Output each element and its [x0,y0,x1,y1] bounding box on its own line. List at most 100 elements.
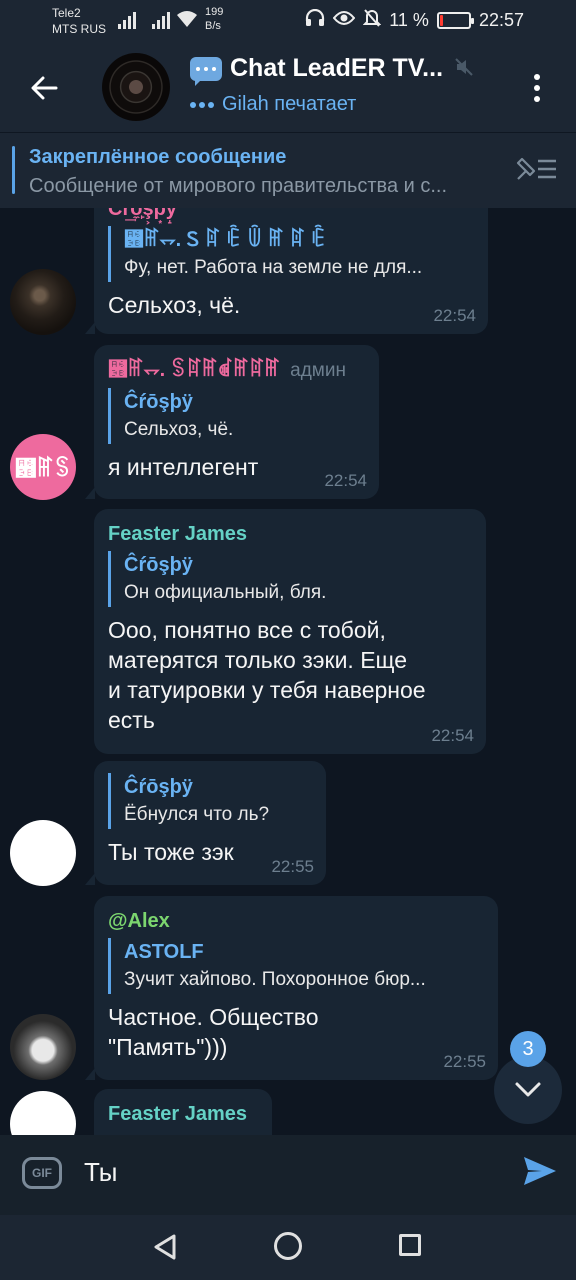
nav-back-button[interactable] [152,1233,178,1266]
message-text: Частное. Общество "Память"))) [108,1002,484,1062]
nav-recents-button[interactable] [399,1234,421,1256]
reply-quote[interactable]: Ĉŕōşþÿ Ёбнулся что ль? [108,773,312,829]
message-time: 22:54 [324,471,367,490]
avatar[interactable] [10,269,76,335]
reply-text: Зучит хайпово. Похоронное бюр... [124,969,426,990]
triangle-back-icon [154,1234,176,1260]
chat-avatar[interactable] [102,53,170,121]
avatar[interactable] [10,1014,76,1080]
message-time: 22:54 [433,306,476,325]
unread-count-badge: 3 [510,1031,546,1067]
reply-quote[interactable]: ꘻ꂵ⥐. Ꮪ ꍏ ꍟ ꅏ ꂵ ꍏ ꍟ Фу, нет. Работа на зе… [108,226,474,282]
battery-icon [436,12,474,29]
reply-author: Ĉŕōşþÿ [124,776,193,798]
reply-text: Ёбнулся что ль? [124,804,270,825]
avatar[interactable]: ꘻ꂵꌗ [10,434,76,500]
chevron-down-icon [515,1082,541,1097]
message-sender: Feaster James [108,1103,247,1125]
message-sender: Ĉŕ͢ō̼̙ş͕þ͙ÿ̝ [108,208,177,220]
avatar[interactable] [10,1091,76,1135]
more-vert-icon [534,74,540,80]
system-navigation-bar [0,1215,576,1280]
status-bar: Tele2 MTS RUS 199 B/s 11 % 22:57 [0,0,576,42]
message-time: 22:54 [431,726,474,745]
chat-header: Chat LeadER TV... Gilah печатает [0,42,576,132]
carrier-name-2: MTS RUS [52,22,106,36]
mute-icon [455,54,473,83]
avatar-initials: ꘻ꂵꌗ [14,455,72,481]
chat-title-text: Chat LeadER TV... [230,54,444,82]
text-line: матерятся только зэки. Еще [108,647,408,673]
speech-bubble-icon [190,56,222,86]
network-speed: 199 B/s [205,5,223,33]
reply-quote[interactable]: ASTOLF Зучит хайпово. Похоронное бюр... [108,938,484,994]
typing-dots-icon [190,101,214,108]
message-composer: GIF Ты [0,1135,576,1215]
more-button[interactable] [522,68,552,108]
status-right: 11 % 22:57 [305,8,524,33]
pinned-indicator [12,146,15,194]
message-list[interactable]: Ĉŕ͢ō̼̙ş͕þ͙ÿ̝ ꘻ꂵ⥐. Ꮪ ꍏ ꍟ ꅏ ꂵ ꍏ ꍟ Фу, нет.… [0,208,576,1135]
carrier-info: Tele2 MTS RUS [52,5,106,37]
reply-author: Ĉŕōşþÿ [124,554,193,576]
bubble-tail [85,322,95,334]
text-line: Частное. Общество [108,1004,319,1030]
reply-text: Сельхоз, чё. [124,419,234,440]
nav-home-button[interactable] [274,1232,302,1260]
send-button[interactable] [522,1155,558,1192]
reply-quote[interactable]: Ĉŕōşþÿ Он официальный, бля. [108,551,472,607]
reply-text: Он официальный, бля. [124,582,327,603]
eye-icon [332,10,356,31]
chat-title[interactable]: Chat LeadER TV... [190,54,473,86]
message-sender: @Alex [108,910,170,932]
message-bubble[interactable]: @Alex ASTOLF Зучит хайпово. Похоронное б… [85,896,498,1080]
typing-status-text: Gilah печатает [222,93,357,115]
speed-value: 199 [205,6,224,18]
message-bubble[interactable]: Feaster James [94,1089,272,1135]
avatar[interactable] [10,820,76,886]
message-bubble[interactable]: Ĉŕōşþÿ Ёбнулся что ль? Ты тоже зэк 22:55 [85,761,326,885]
text-line: "Память"))) [108,1034,228,1060]
message-sender: ꘻ꂵ⥐. ꌗꍏꂵꀷꂵꍏꂵ админ [108,357,365,384]
wifi-icon [176,9,198,34]
message-time: 22:55 [443,1052,486,1071]
admin-badge: админ [290,360,346,381]
message-bubble[interactable]: ꘻ꂵ⥐. ꌗꍏꂵꀷꂵꍏꂵ админ Ĉŕōşþÿ Сельхоз, чё. я … [85,345,379,499]
typing-status: Gilah печатает [190,93,356,116]
pinned-message-bar[interactable]: Закреплённое сообщение Сообщение от миро… [0,132,576,208]
speed-unit: B/s [205,20,221,32]
bell-off-icon [362,8,382,33]
battery-percent: 11 % [389,10,429,30]
reply-quote[interactable]: Ĉŕōşþÿ Сельхоз, чё. [108,388,365,444]
bubble-tail [85,873,95,885]
reply-author: ꘻ꂵ⥐. Ꮪ ꍏ ꍟ ꅏ ꂵ ꍏ ꍟ [124,229,327,251]
back-arrow-icon [31,76,58,100]
reply-author: ASTOLF [124,941,204,963]
pinned-title: Закреплённое сообщение [29,146,287,168]
text-line: есть [108,707,155,733]
pin-list-icon[interactable] [514,155,558,188]
headphones-icon [305,8,325,32]
reply-text: Фу, нет. Работа на земле не для... [124,257,423,278]
text-line: и татуировки у тебя наверное [108,677,426,703]
bubble-tail [85,1068,95,1080]
message-input[interactable]: Ты [84,1157,117,1188]
reply-author: Ĉŕōşþÿ [124,391,193,413]
signal-icon [118,11,136,29]
send-icon [524,1157,556,1185]
signal-icon-2 [152,11,170,29]
sender-name: ꘻ꂵ⥐. ꌗꍏꂵꀷꂵꍏꂵ [108,359,281,381]
message-sender: Feaster James [108,523,247,545]
message-time: 22:55 [271,857,314,876]
clock: 22:57 [478,10,524,30]
bubble-tail [85,487,95,499]
pinned-text: Сообщение от мирового правительства и с.… [29,175,448,197]
message-bubble[interactable]: Feaster James Ĉŕōşþÿ Он официальный, бля… [94,509,486,754]
carrier-name-1: Tele2 [52,6,81,20]
back-button[interactable] [22,66,66,110]
message-text: Ооо, понятно все с тобой, матерятся толь… [108,615,472,735]
gif-button[interactable]: GIF [22,1157,62,1189]
message-bubble[interactable]: Ĉŕ͢ō̼̙ş͕þ͙ÿ̝ ꘻ꂵ⥐. Ꮪ ꍏ ꍟ ꅏ ꂵ ꍏ ꍟ Фу, нет.… [85,208,488,334]
message-text: Сельхоз, чё. [108,292,241,318]
text-line: Ооо, понятно все с тобой, [108,617,386,643]
